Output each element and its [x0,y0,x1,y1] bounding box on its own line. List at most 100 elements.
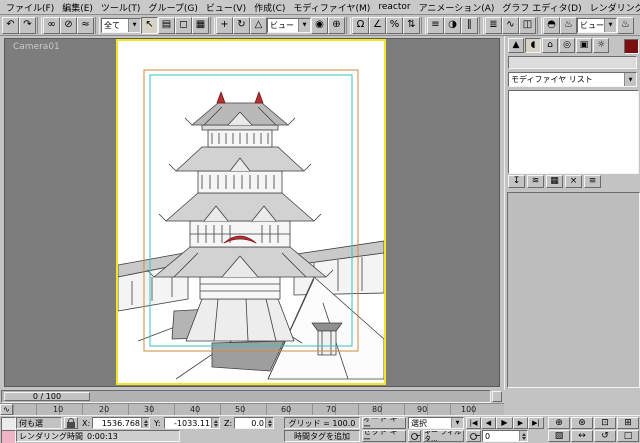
redo-button[interactable]: ↷ [19,16,36,34]
tab-utilities[interactable]: ☼ [593,38,609,53]
add-time-tag[interactable]: 時間タグを追加 [284,430,360,442]
tab-modify[interactable]: ◖ [525,38,541,53]
select-manipulate-button[interactable]: ⊕ [328,16,345,34]
scale-button[interactable]: △ [250,16,267,34]
y-spinner[interactable] [211,418,219,428]
pan-button[interactable]: ↔ [571,430,593,442]
key-mode-toggle[interactable] [466,430,481,442]
menu-create[interactable]: 作成(C) [250,1,289,14]
snap-toggle-button[interactable]: Ω [352,16,369,34]
chevron-down-icon[interactable]: ▼ [128,18,140,32]
configure-modifier-sets-button[interactable]: ≡ [584,175,601,188]
set-key-button[interactable]: セット キー [362,430,406,442]
track-bar[interactable]: ∿ 10 20 30 40 50 60 70 80 90 100 [0,403,504,416]
window-crossing-button[interactable]: ▦ [192,16,209,34]
goto-end-button[interactable]: ▶| [528,417,544,429]
z-coordinate-field[interactable]: 0.0 [234,417,274,429]
bind-spacewarp-button[interactable]: ≈ [77,16,94,34]
menu-graph-editors[interactable]: グラフ エディタ(D) [498,1,585,14]
mini-curve-editor-button[interactable]: ∿ [0,404,13,415]
select-by-name-button[interactable]: ▤ [158,16,175,34]
zoom-all-button[interactable]: ⊛ [571,417,593,429]
menu-rendering[interactable]: レンダリング(R) [586,1,640,14]
selection-filter-combo[interactable]: 全て ▼ [101,17,141,33]
current-time-spinner[interactable] [519,431,527,441]
track-splitter[interactable] [492,391,502,402]
named-selection-sets-button[interactable]: ≡ [427,16,444,34]
tab-display[interactable]: ▣ [576,38,592,53]
spinner-snap-button[interactable]: ⇅ [403,16,420,34]
time-slider-track[interactable]: 0 / 100 [1,390,491,403]
chevron-down-icon[interactable]: ▼ [451,418,463,428]
coord-system-combo[interactable]: ビュー ▼ [267,17,311,33]
auto-key-button[interactable]: オート キー [362,417,406,429]
set-keys-key-button[interactable] [408,430,421,442]
x-spinner[interactable] [141,418,149,428]
menu-reactor[interactable]: reactor [374,2,414,12]
mini-listener-macro[interactable] [1,417,16,431]
time-slider-handle[interactable]: 0 / 100 [4,392,90,401]
percent-snap-button[interactable]: % [386,16,403,34]
quick-render-button[interactable]: ♨ [617,16,634,34]
menu-modifiers[interactable]: モディファイヤ(M) [289,1,374,14]
menu-views[interactable]: ビュー(V) [202,1,250,14]
material-editor-button[interactable]: ◓ [543,16,560,34]
object-name-field[interactable] [508,56,637,69]
align-button[interactable]: ∥ [461,16,478,34]
viewport-label[interactable]: Camera01 [13,42,60,52]
mirror-button[interactable]: ◑ [444,16,461,34]
use-pivot-center-button[interactable]: ◉ [311,16,328,34]
tab-hierarchy[interactable]: ⌂ [542,38,558,53]
tab-motion[interactable]: ◎ [559,38,575,53]
menu-tools[interactable]: ツール(T) [97,1,145,14]
camera-viewport[interactable]: Camera01 [4,38,500,387]
x-coordinate-field[interactable]: 1536.768 [92,417,150,429]
zoom-extents-button[interactable]: ⊡ [594,417,616,429]
selection-lock-button[interactable] [64,417,78,429]
orbit-button[interactable]: ↺ [594,430,616,442]
goto-start-button[interactable]: |◀ [466,417,481,429]
modifier-stack-list[interactable] [508,90,639,174]
move-button[interactable]: + [216,16,233,34]
menu-edit[interactable]: 編集(E) [58,1,97,14]
key-selection-combo[interactable]: 選択 ▼ [408,417,464,429]
zoom-button[interactable]: ⊕ [548,417,570,429]
undo-button[interactable]: ↶ [2,16,19,34]
chevron-down-icon[interactable]: ▼ [604,18,616,32]
previous-frame-button[interactable]: ◀ [481,417,496,429]
menu-file[interactable]: ファイル(F) [2,1,58,14]
make-unique-button[interactable]: ▦ [546,175,563,188]
pin-stack-button[interactable]: ↧ [508,175,525,188]
angle-snap-button[interactable]: ∠ [369,16,386,34]
zoom-region-button[interactable]: ▧ [548,430,570,442]
unlink-button[interactable]: ⊘ [60,16,77,34]
tab-create[interactable]: ▲ [508,38,524,53]
menu-group[interactable]: グループ(G) [144,1,201,14]
schematic-view-button[interactable]: ◫ [519,16,536,34]
render-setup-button[interactable]: ♨ [560,16,577,34]
object-color-swatch[interactable] [624,39,639,54]
chevron-down-icon[interactable]: ▼ [298,18,310,32]
chevron-down-icon[interactable]: ▼ [624,73,636,86]
select-object-button[interactable]: ↖ [141,16,158,34]
curve-editor-button[interactable]: ∿ [502,16,519,34]
play-button[interactable]: ▶ [496,417,513,429]
selection-region-button[interactable]: ◻ [175,16,192,34]
maximize-viewport-button[interactable]: □ [617,430,639,442]
layer-manager-button[interactable]: ≣ [485,16,502,34]
render-type-combo[interactable]: ビュー ▼ [577,17,617,33]
rotate-button[interactable]: ↻ [233,16,250,34]
mini-listener-script[interactable] [1,430,16,443]
key-filters-button[interactable]: キー フィルタ... [423,430,464,442]
rollout-area[interactable] [507,192,640,388]
modifier-list-combo[interactable]: モディファイヤ リスト ▼ [508,72,637,87]
z-spinner[interactable] [265,418,273,428]
next-frame-button[interactable]: ▶ [513,417,528,429]
select-and-link-button[interactable]: ∞ [43,16,60,34]
current-time-field[interactable]: 0 [482,430,528,442]
menu-animation[interactable]: アニメーション(A) [415,1,499,14]
y-coordinate-field[interactable]: -1033.11 [164,417,220,429]
zoom-extents-all-button[interactable]: ⊞ [617,417,639,429]
show-end-result-button[interactable]: ≋ [527,175,544,188]
remove-modifier-button[interactable]: × [565,175,582,188]
